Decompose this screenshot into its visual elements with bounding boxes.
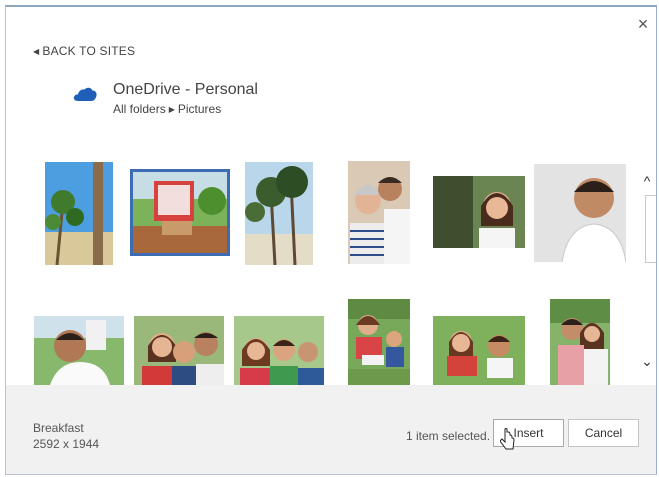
chevron-right-icon: ▶ — [168, 105, 175, 114]
chevron-left-icon: ◀ — [33, 47, 40, 56]
chevron-up-icon[interactable]: ^ — [638, 173, 656, 189]
thumbnail-couple-senior[interactable] — [348, 161, 410, 264]
thumbnail-woman-portrait[interactable] — [433, 176, 525, 248]
location-title: OneDrive - Personal — [113, 81, 258, 98]
thumbnail-mother-child-grass[interactable] — [433, 316, 525, 385]
thumbnail-family-kids[interactable] — [234, 316, 324, 385]
selected-file-dimensions: 2592 x 1944 — [33, 437, 100, 451]
thumbnail-beach-trees-tall[interactable] — [45, 162, 113, 265]
breadcrumb-pictures[interactable]: Pictures — [178, 102, 221, 116]
onedrive-cloud-icon — [73, 86, 97, 107]
scrollbar-thumb[interactable] — [645, 195, 656, 263]
breadcrumb-all-folders[interactable]: All folders — [113, 102, 166, 116]
back-to-sites-link[interactable]: ◀ BACK TO SITES — [33, 44, 135, 58]
selection-status: 1 item selected. — [406, 429, 491, 443]
thumbnail-man-golf[interactable] — [34, 316, 124, 385]
thumbnail-woman-reading-kids[interactable] — [348, 299, 410, 385]
back-label: BACK TO SITES — [42, 44, 136, 58]
thumbnail-beach-chair-deck[interactable] — [130, 169, 230, 256]
chevron-down-icon[interactable]: ⌄ — [638, 353, 656, 369]
thumbnail-family-three[interactable] — [134, 316, 224, 385]
dialog-footer: Breakfast 2592 x 1944 1 item selected. I… — [6, 385, 656, 474]
selected-file-name: Breakfast — [33, 421, 84, 435]
breadcrumb: All folders ▶ Pictures — [113, 102, 221, 116]
cancel-button[interactable]: Cancel — [568, 419, 639, 447]
mouse-pointer-icon — [499, 428, 516, 450]
insert-pictures-dialog: × ◀ BACK TO SITES OneDrive - Personal All… — [5, 5, 657, 475]
thumbnail-man-smiling[interactable] — [534, 164, 626, 262]
thumbnail-couple-outdoor[interactable] — [550, 299, 610, 385]
close-icon[interactable]: × — [634, 15, 652, 33]
thumbnail-palm-trees-beach[interactable] — [245, 162, 313, 265]
